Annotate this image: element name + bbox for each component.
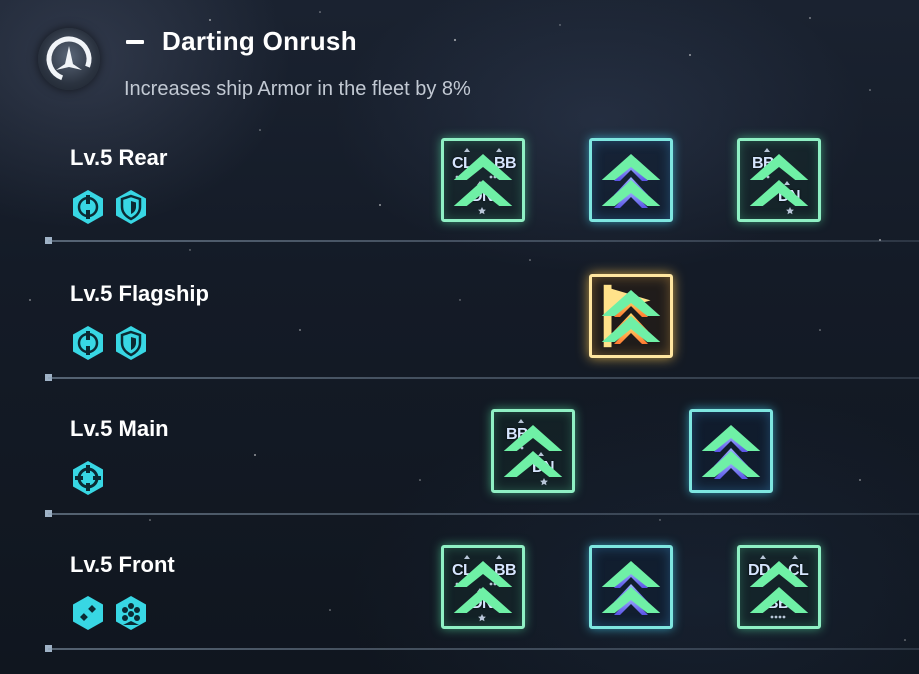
role-icons <box>70 460 106 496</box>
buff-chevron-tile[interactable] <box>589 138 673 222</box>
skill-description: Increases ship Armor in the fleet by 8% <box>124 78 471 100</box>
row-separator <box>48 513 919 515</box>
rank-up-chevron-icon <box>701 425 761 477</box>
role-icons <box>70 325 149 361</box>
row-separator <box>48 240 919 242</box>
buff-chevron-tile[interactable] <box>589 545 673 629</box>
rank-up-chevron-icon <box>453 154 513 206</box>
row-label: Lv.5 Main <box>70 416 169 441</box>
rank-up-chevron-icon <box>749 561 809 613</box>
cross-plus-icon <box>73 596 103 630</box>
emblem-icon <box>38 28 100 90</box>
hex-cluster-icon <box>116 596 146 630</box>
shield-icon <box>116 190 146 224</box>
ship-class-tile[interactable]: BB DN <box>737 138 821 222</box>
rank-up-chevron-icon <box>601 154 661 206</box>
ship-class-tile[interactable]: CL BB DN <box>441 138 525 222</box>
row-separator <box>48 648 919 650</box>
crosshair-icon <box>73 461 103 495</box>
rank-up-chevron-icon <box>749 154 809 206</box>
aim-target-icon <box>73 326 103 360</box>
rank-up-chevron-icon <box>601 561 661 613</box>
rank-up-chevron-icon <box>601 290 661 342</box>
skill-header: Darting Onrush <box>126 26 357 57</box>
flagship-tile[interactable] <box>589 274 673 358</box>
ship-class-tile[interactable]: CL BB DN <box>441 545 525 629</box>
ship-class-tile[interactable]: BB DN <box>491 409 575 493</box>
shield-icon <box>116 326 146 360</box>
skill-title: Darting Onrush <box>162 26 357 56</box>
rank-up-chevron-icon <box>503 425 563 477</box>
ship-class-tile[interactable]: DD CL BB <box>737 545 821 629</box>
rank-up-chevron-icon <box>453 561 513 613</box>
row-label: Lv.5 Front <box>70 552 175 577</box>
buff-chevron-tile[interactable] <box>689 409 773 493</box>
row-label: Lv.5 Rear <box>70 145 168 170</box>
aim-target-icon <box>73 190 103 224</box>
role-icons <box>70 189 149 225</box>
role-icons <box>70 595 149 631</box>
row-separator <box>48 377 919 379</box>
collapse-dash-icon[interactable] <box>126 39 144 44</box>
row-label: Lv.5 Flagship <box>70 281 209 306</box>
